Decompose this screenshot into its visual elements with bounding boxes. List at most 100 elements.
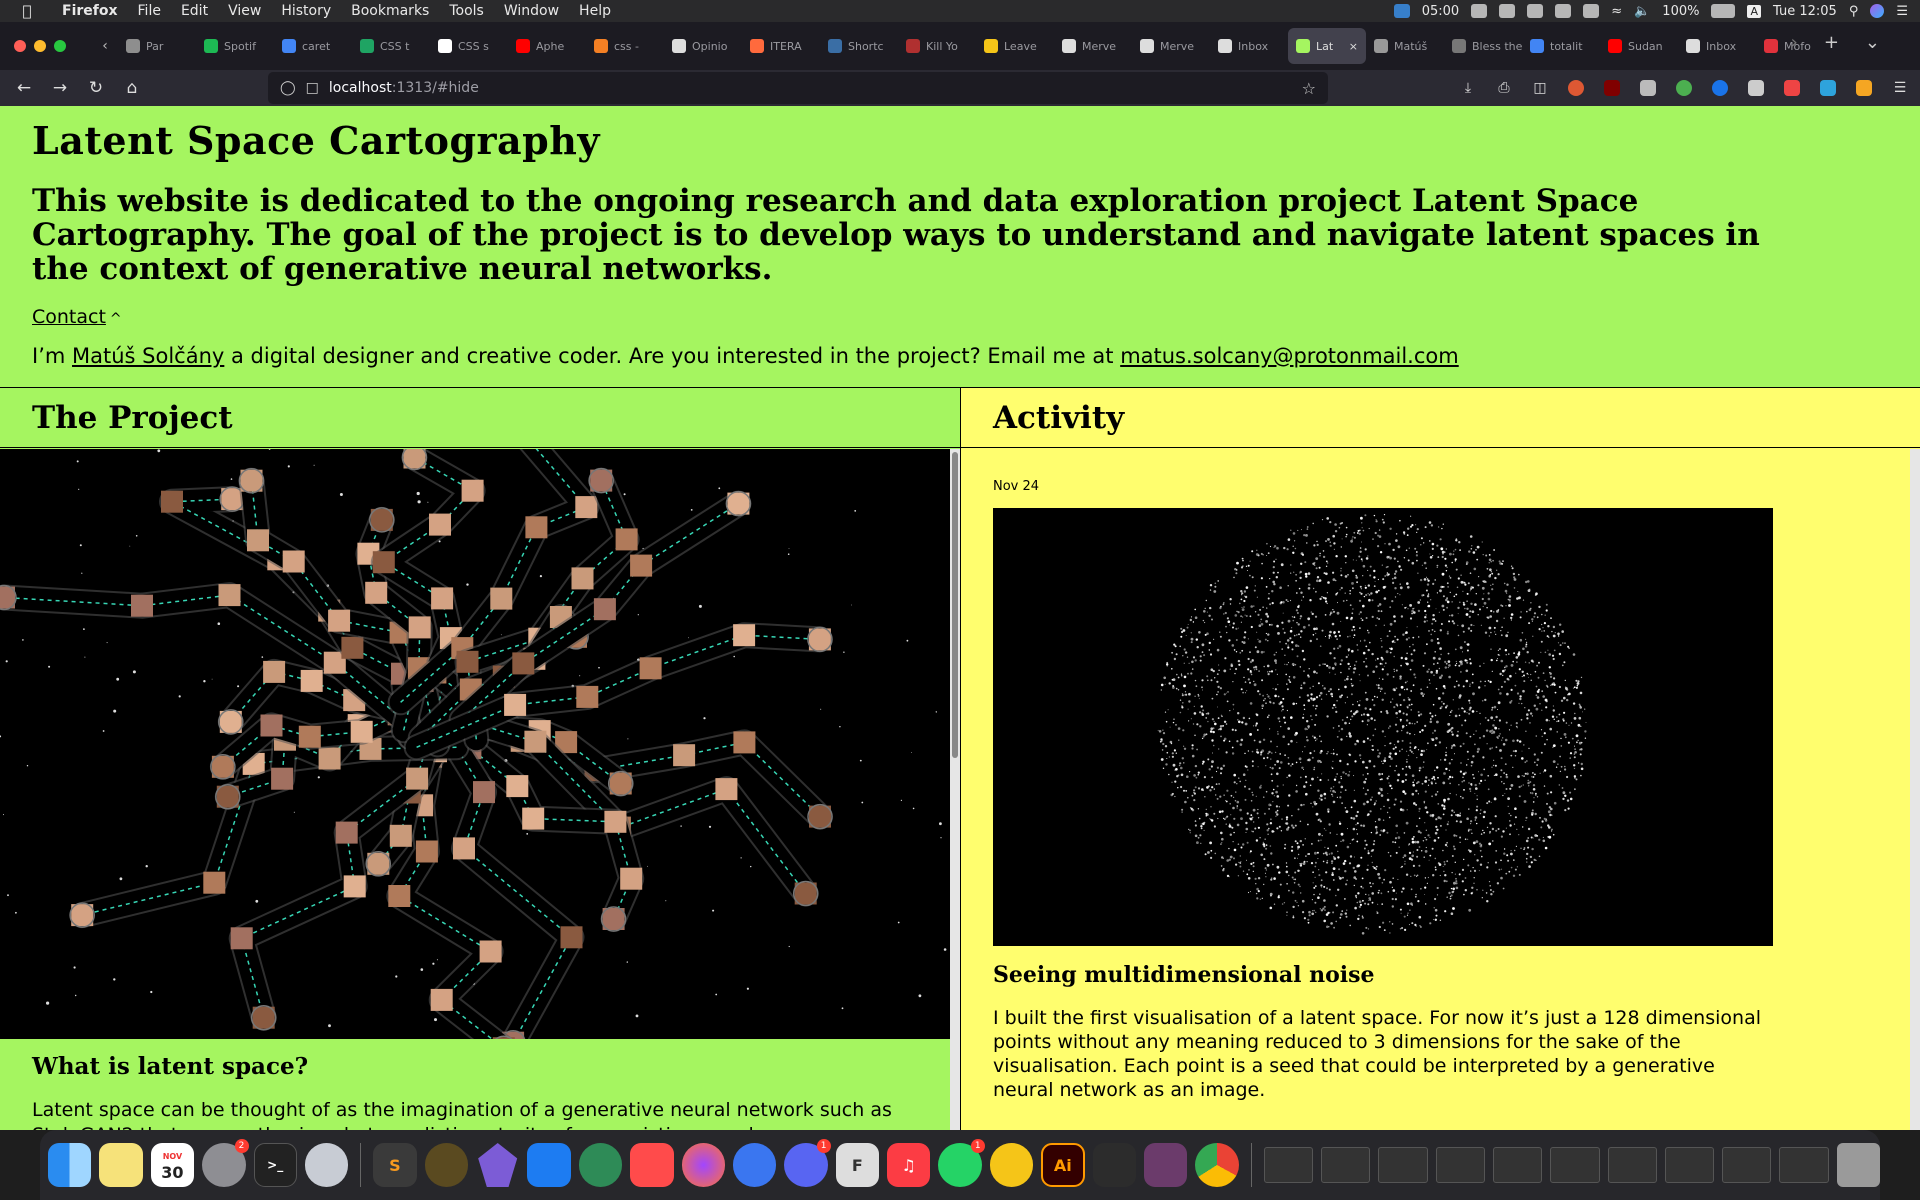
face-thumbnail[interactable] — [522, 807, 545, 830]
minimized-window[interactable] — [1320, 1147, 1371, 1183]
cloud-icon[interactable] — [1527, 4, 1544, 18]
clock-app-icon[interactable] — [630, 1143, 674, 1187]
face-thumbnail[interactable] — [218, 584, 241, 607]
extension-icon[interactable] — [1852, 76, 1876, 100]
face-thumbnail[interactable] — [604, 810, 627, 833]
tabs-scroll-right-icon[interactable]: › — [1791, 32, 1798, 53]
face-thumbnail[interactable] — [525, 516, 548, 539]
menu-history[interactable]: History — [271, 0, 341, 22]
tabs-scroll-left-icon[interactable]: ‹ — [92, 38, 118, 54]
browser-tab[interactable]: ITERA — [742, 28, 820, 64]
activity-scrollbar[interactable] — [1910, 449, 1920, 1130]
face-thumbnail[interactable] — [490, 587, 513, 610]
apple-icon[interactable]:  — [16, 0, 38, 22]
face-thumbnail[interactable] — [230, 927, 253, 950]
extension-icon[interactable] — [1780, 76, 1804, 100]
face-thumbnail[interactable] — [461, 479, 484, 502]
trash-icon[interactable] — [1836, 1143, 1881, 1187]
browser-tab[interactable]: Spotif — [196, 28, 274, 64]
face-thumbnail[interactable] — [300, 669, 323, 692]
minimized-window[interactable] — [1550, 1147, 1600, 1183]
browser-tab[interactable]: Merve — [1054, 28, 1132, 64]
face-thumbnail[interactable] — [571, 567, 594, 590]
extension-icon[interactable] — [1636, 76, 1660, 100]
face-thumbnail[interactable] — [576, 685, 599, 708]
face-thumbnail[interactable] — [388, 885, 411, 907]
face-thumbnail[interactable] — [247, 529, 269, 552]
extension-icon[interactable] — [1672, 76, 1696, 100]
face-thumbnail[interactable] — [211, 755, 234, 778]
face-thumbnail[interactable] — [715, 778, 738, 801]
face-thumbnail[interactable] — [593, 598, 616, 621]
menu-bookmarks[interactable]: Bookmarks — [341, 0, 439, 22]
face-thumbnail[interactable] — [560, 926, 583, 949]
forward-icon[interactable]: → — [42, 70, 78, 106]
face-thumbnail[interactable] — [506, 775, 529, 798]
face-thumbnail[interactable] — [429, 513, 451, 536]
browser-tab[interactable]: Leave — [976, 28, 1054, 64]
music-icon[interactable]: ♫ — [887, 1143, 931, 1187]
keychain-icon[interactable] — [578, 1143, 623, 1187]
spotlight-icon[interactable]: ⚲ — [1849, 4, 1859, 19]
face-thumbnail[interactable] — [609, 772, 632, 795]
face-thumbnail[interactable] — [473, 781, 495, 804]
menu-file[interactable]: File — [128, 0, 171, 22]
menu-edit[interactable]: Edit — [171, 0, 218, 22]
face-thumbnail[interactable] — [350, 720, 373, 743]
face-thumbnail[interactable] — [260, 714, 283, 737]
tray-app-icon[interactable] — [1471, 4, 1488, 18]
face-thumbnail[interactable] — [367, 852, 390, 875]
face-thumbnail[interactable] — [524, 730, 547, 753]
chrome-icon[interactable] — [1195, 1143, 1239, 1187]
face-thumbnail[interactable] — [673, 744, 696, 767]
face-thumbnail[interactable] — [430, 988, 453, 1011]
timer-icon[interactable] — [1393, 4, 1410, 18]
minimized-window[interactable] — [1263, 1147, 1313, 1183]
face-thumbnail[interactable] — [453, 837, 475, 860]
face-thumbnail[interactable] — [219, 710, 242, 733]
browser-tab[interactable]: Sudan — [1600, 28, 1678, 64]
minimized-window[interactable] — [1378, 1147, 1428, 1183]
back-icon[interactable]: ← — [6, 70, 42, 106]
system-preferences-icon[interactable]: 2 — [202, 1139, 249, 1187]
extension-icon[interactable] — [1816, 76, 1840, 100]
face-thumbnail[interactable] — [630, 554, 653, 577]
terminal-icon[interactable]: >_ — [253, 1143, 297, 1187]
face-thumbnail[interactable] — [240, 469, 263, 492]
close-tab-icon[interactable]: × — [1349, 40, 1358, 53]
menubar-clock[interactable]: Tue 12:05 — [1773, 4, 1837, 19]
face-thumbnail[interactable] — [328, 609, 351, 632]
browser-tab[interactable]: Par — [118, 28, 196, 64]
face-thumbnail[interactable] — [298, 725, 321, 748]
close-window-button[interactable] — [14, 40, 26, 52]
obsidian-icon[interactable] — [478, 1143, 518, 1187]
face-thumbnail[interactable] — [403, 449, 426, 469]
minimized-window[interactable] — [1664, 1147, 1715, 1183]
caret-up-icon[interactable]: ^ — [110, 311, 122, 327]
finder-icon[interactable] — [48, 1143, 92, 1187]
app-menu-hamburger-icon[interactable]: ☰ — [1888, 76, 1912, 100]
face-thumbnail[interactable] — [809, 805, 831, 828]
sidebar-icon[interactable]: ◫ — [1528, 76, 1552, 100]
calendar-icon[interactable]: NOV 30 — [150, 1143, 195, 1187]
face-thumbnail[interactable] — [615, 528, 638, 551]
list-all-tabs-icon[interactable]: ⌄ — [1865, 32, 1880, 53]
font-app-icon[interactable]: F — [835, 1143, 879, 1187]
illustrator-icon[interactable]: Ai — [1041, 1143, 1085, 1187]
face-thumbnail[interactable] — [408, 616, 431, 639]
author-link[interactable]: Matúš Solčány — [72, 344, 224, 368]
browser-tab[interactable]: Inbox — [1210, 28, 1288, 64]
menu-tools[interactable]: Tools — [439, 0, 494, 22]
menu-view[interactable]: View — [218, 0, 271, 22]
url-bar[interactable]: ◯ □ localhost:1313/#hide ☆ — [268, 72, 1328, 104]
browser-tab[interactable]: Kill Yo — [898, 28, 976, 64]
face-thumbnail[interactable] — [131, 594, 153, 617]
latent-space-map[interactable] — [0, 449, 950, 1039]
browser-tab[interactable]: CSS t — [352, 28, 430, 64]
minimized-window[interactable] — [1435, 1147, 1485, 1183]
face-thumbnail[interactable] — [733, 731, 756, 754]
browser-tab[interactable]: css - — [586, 28, 664, 64]
face-thumbnail[interactable] — [602, 908, 625, 930]
battery-icon[interactable] — [1711, 4, 1736, 18]
face-thumbnail[interactable] — [620, 867, 643, 890]
